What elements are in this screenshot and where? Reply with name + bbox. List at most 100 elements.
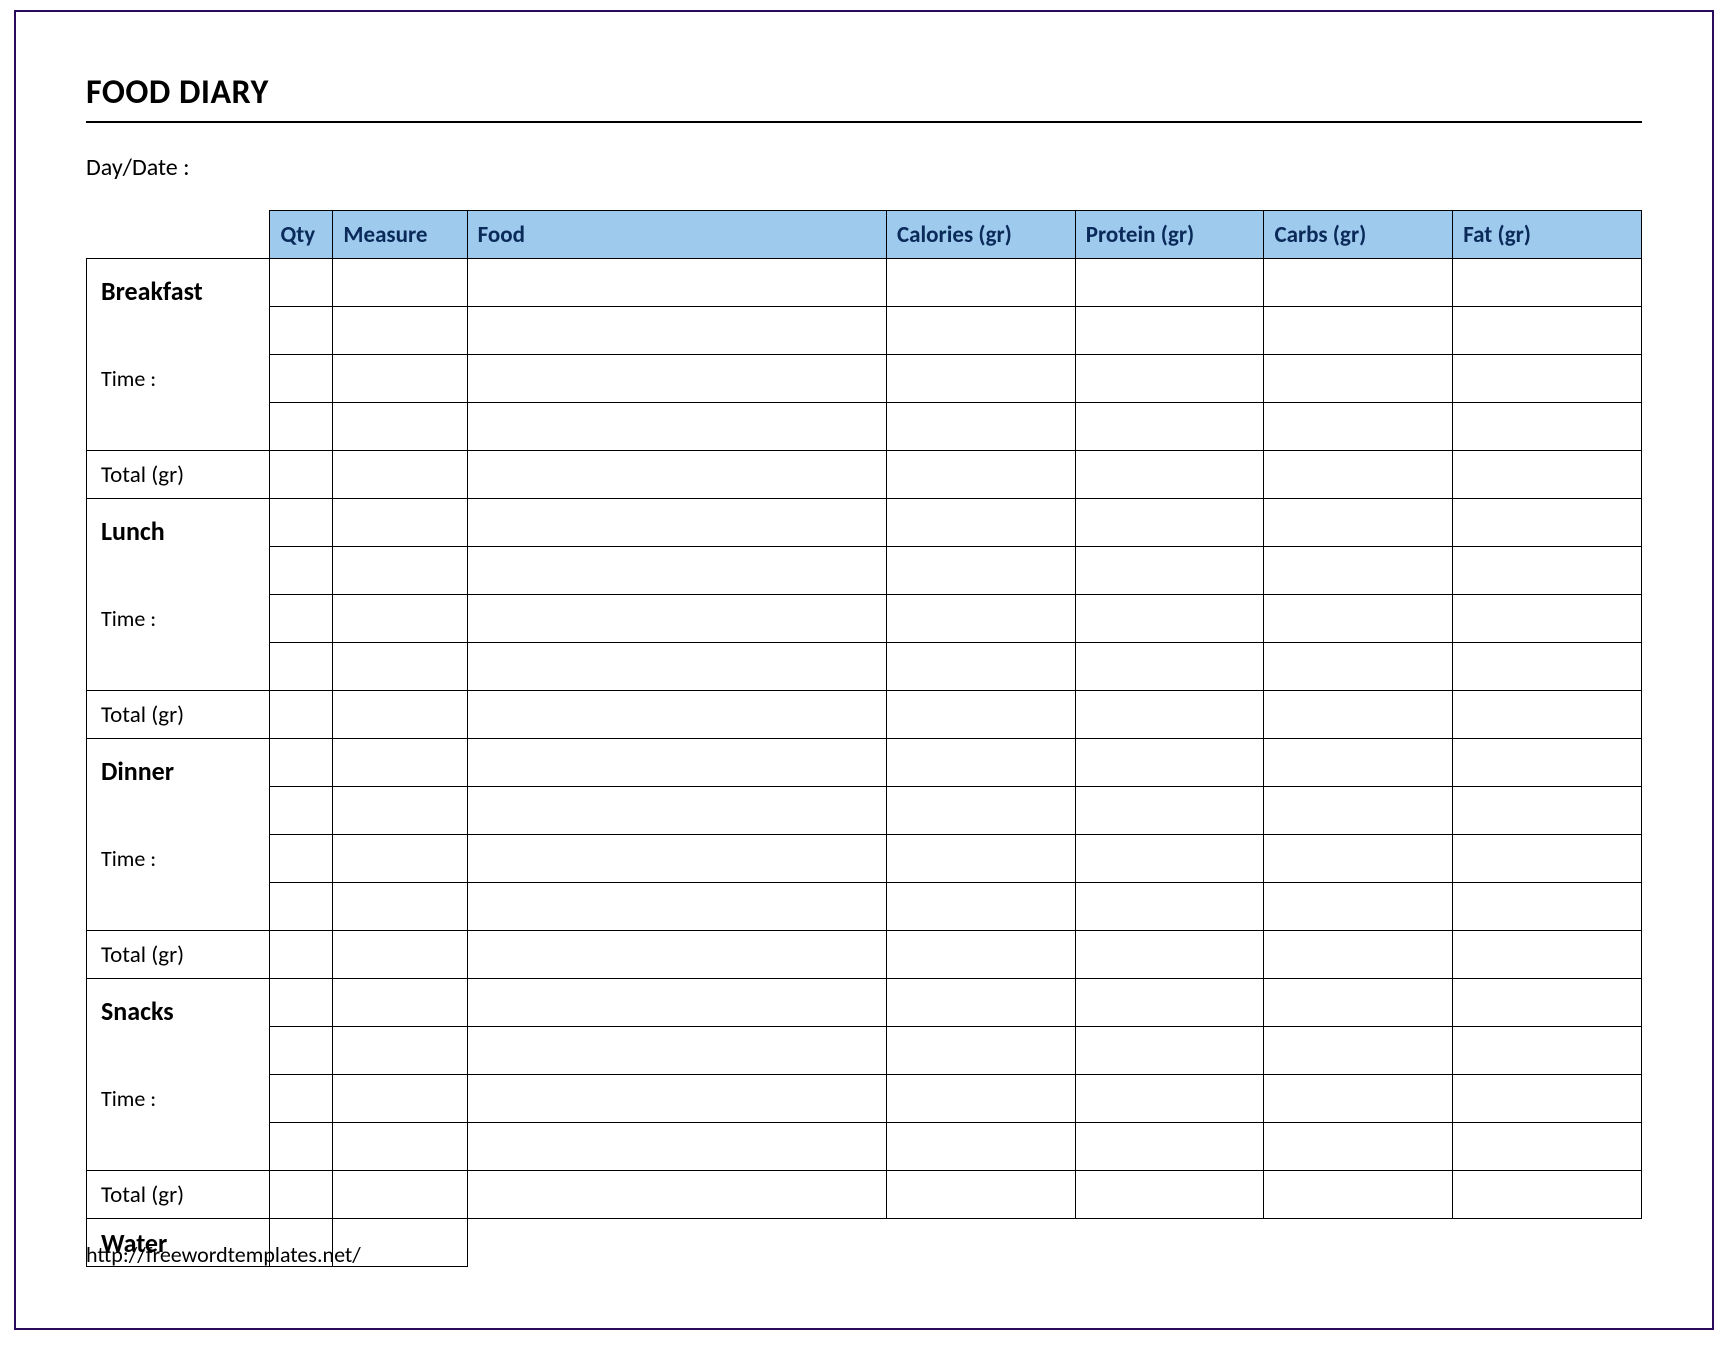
cell[interactable] (270, 787, 333, 835)
cell[interactable] (887, 1123, 1076, 1171)
cell[interactable] (1264, 787, 1453, 835)
cell[interactable] (333, 547, 467, 595)
cell[interactable] (333, 931, 467, 979)
cell[interactable] (1264, 883, 1453, 931)
cell[interactable] (1264, 1027, 1453, 1075)
cell[interactable] (333, 1123, 467, 1171)
cell[interactable] (1075, 1171, 1264, 1219)
cell[interactable] (1264, 643, 1453, 691)
cell[interactable] (1453, 499, 1642, 547)
cell[interactable] (1264, 547, 1453, 595)
cell[interactable] (1075, 835, 1264, 883)
cell[interactable] (467, 643, 886, 691)
cell[interactable] (467, 691, 886, 739)
cell[interactable] (887, 1075, 1076, 1123)
cell[interactable] (1075, 739, 1264, 787)
cell[interactable] (1075, 931, 1264, 979)
cell[interactable] (1453, 1075, 1642, 1123)
cell[interactable] (333, 739, 467, 787)
cell[interactable] (333, 691, 467, 739)
cell[interactable] (887, 1171, 1076, 1219)
cell[interactable] (1075, 355, 1264, 403)
cell[interactable] (887, 547, 1076, 595)
cell[interactable] (270, 1123, 333, 1171)
cell[interactable] (333, 643, 467, 691)
cell[interactable] (1075, 691, 1264, 739)
cell[interactable] (333, 1171, 467, 1219)
cell[interactable] (887, 499, 1076, 547)
cell[interactable] (467, 787, 886, 835)
cell[interactable] (887, 787, 1076, 835)
cell[interactable] (887, 355, 1076, 403)
cell[interactable] (1075, 1075, 1264, 1123)
cell[interactable] (467, 259, 886, 307)
cell[interactable] (333, 499, 467, 547)
cell[interactable] (887, 739, 1076, 787)
cell[interactable] (1075, 499, 1264, 547)
cell[interactable] (1075, 643, 1264, 691)
cell[interactable] (1453, 643, 1642, 691)
cell[interactable] (270, 595, 333, 643)
cell[interactable] (887, 691, 1076, 739)
cell[interactable] (467, 403, 886, 451)
cell[interactable] (467, 931, 886, 979)
cell[interactable] (270, 931, 333, 979)
cell[interactable] (887, 259, 1076, 307)
cell[interactable] (1453, 835, 1642, 883)
cell[interactable] (270, 691, 333, 739)
cell[interactable] (1075, 403, 1264, 451)
cell[interactable] (1453, 595, 1642, 643)
cell[interactable] (270, 1027, 333, 1075)
cell[interactable] (270, 355, 333, 403)
cell[interactable] (467, 739, 886, 787)
cell[interactable] (1264, 979, 1453, 1027)
cell[interactable] (1453, 739, 1642, 787)
cell[interactable] (1264, 1171, 1453, 1219)
cell[interactable] (887, 1027, 1076, 1075)
cell[interactable] (1264, 259, 1453, 307)
cell[interactable] (333, 259, 467, 307)
cell[interactable] (270, 451, 333, 499)
cell[interactable] (270, 1075, 333, 1123)
cell[interactable] (1453, 787, 1642, 835)
cell[interactable] (333, 307, 467, 355)
cell[interactable] (1075, 307, 1264, 355)
cell[interactable] (1075, 1123, 1264, 1171)
cell[interactable] (1264, 691, 1453, 739)
cell[interactable] (1453, 691, 1642, 739)
cell[interactable] (270, 739, 333, 787)
cell[interactable] (1264, 595, 1453, 643)
cell[interactable] (467, 1171, 886, 1219)
cell[interactable] (1264, 355, 1453, 403)
cell[interactable] (467, 595, 886, 643)
cell[interactable] (270, 1171, 333, 1219)
cell[interactable] (467, 307, 886, 355)
cell[interactable] (270, 547, 333, 595)
cell[interactable] (887, 883, 1076, 931)
cell[interactable] (270, 643, 333, 691)
cell[interactable] (270, 259, 333, 307)
cell[interactable] (887, 643, 1076, 691)
cell[interactable] (467, 979, 886, 1027)
cell[interactable] (333, 355, 467, 403)
cell[interactable] (270, 979, 333, 1027)
cell[interactable] (1264, 931, 1453, 979)
cell[interactable] (333, 979, 467, 1027)
cell[interactable] (887, 979, 1076, 1027)
cell[interactable] (1264, 1075, 1453, 1123)
cell[interactable] (467, 1123, 886, 1171)
cell[interactable] (270, 835, 333, 883)
cell[interactable] (1453, 1171, 1642, 1219)
cell[interactable] (1075, 259, 1264, 307)
cell[interactable] (1453, 403, 1642, 451)
cell[interactable] (1453, 931, 1642, 979)
cell[interactable] (467, 1075, 886, 1123)
cell[interactable] (1264, 1123, 1453, 1171)
cell[interactable] (1075, 451, 1264, 499)
cell[interactable] (887, 451, 1076, 499)
cell[interactable] (1075, 883, 1264, 931)
cell[interactable] (1453, 451, 1642, 499)
cell[interactable] (1453, 1123, 1642, 1171)
cell[interactable] (467, 1027, 886, 1075)
cell[interactable] (1264, 403, 1453, 451)
